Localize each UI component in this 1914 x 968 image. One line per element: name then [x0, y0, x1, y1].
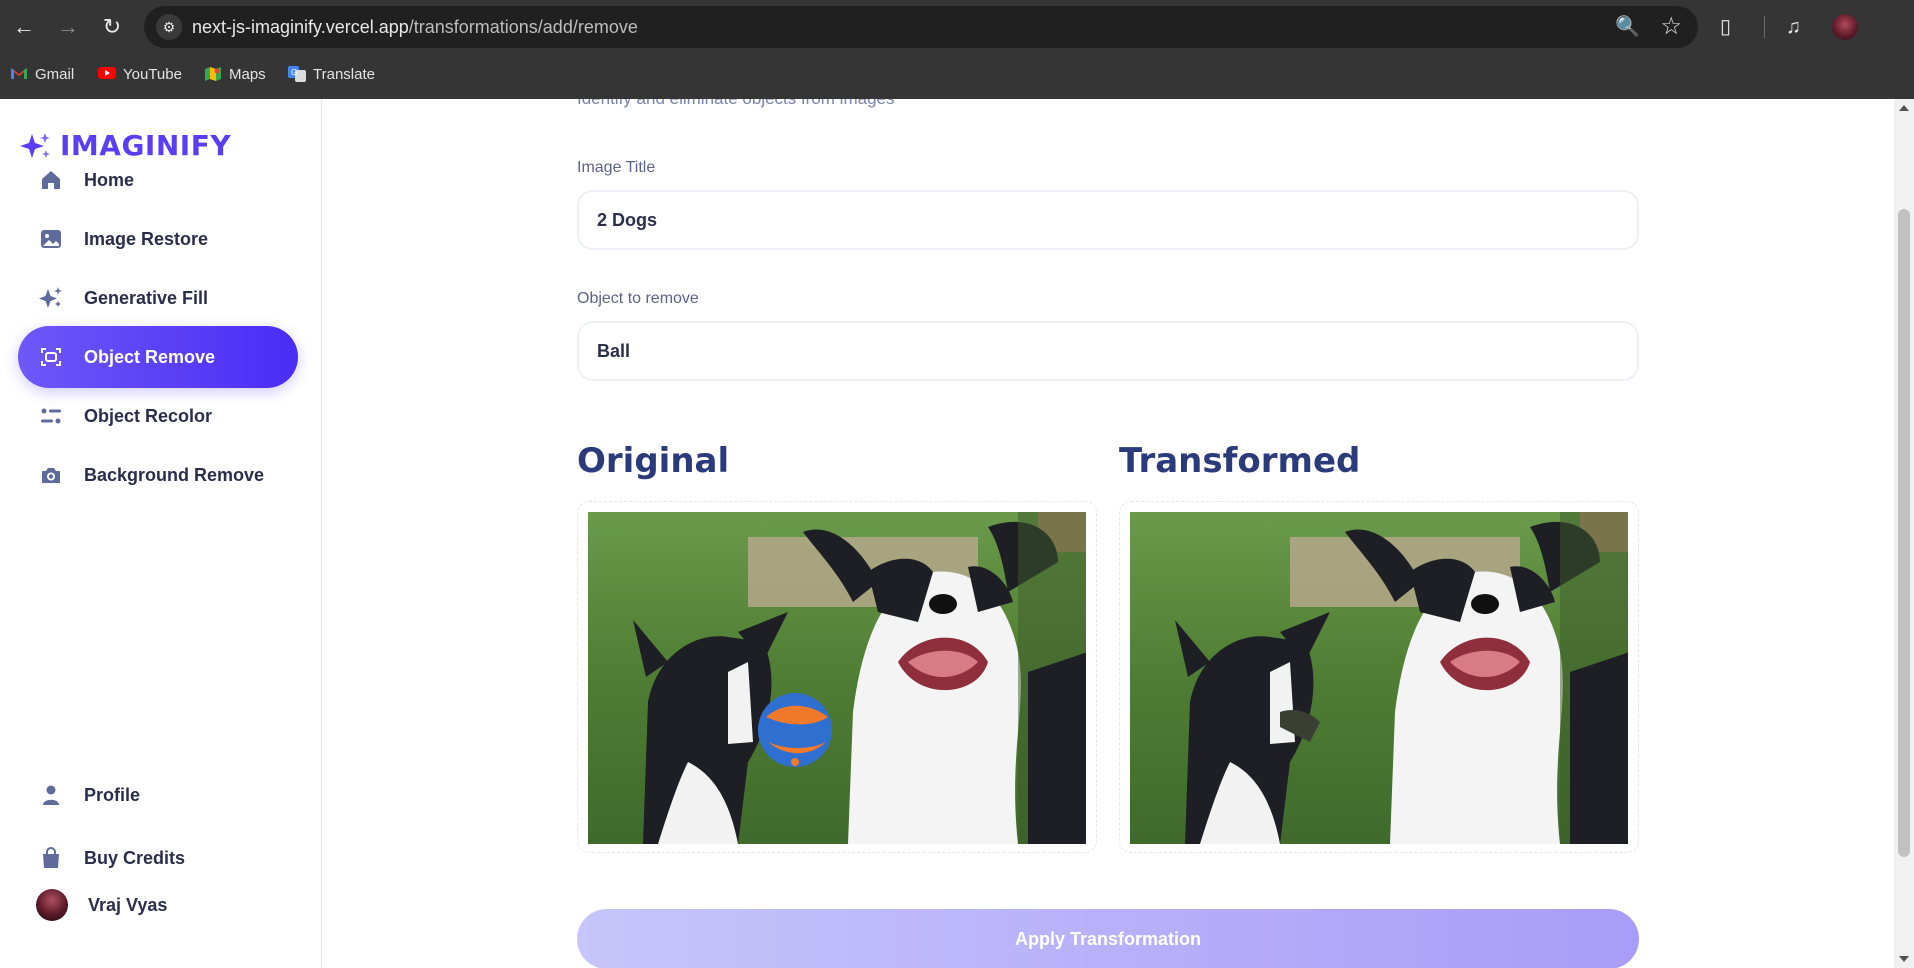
transformed-image-container[interactable] — [1119, 501, 1639, 853]
zoom-icon[interactable]: 🔍 — [1615, 14, 1640, 39]
bookmark-gmail[interactable]: Gmail — [10, 60, 74, 88]
browser-chrome: ← → ↻ ⚙ next-js-imaginify.vercel.app/tra… — [0, 0, 1914, 99]
url-path: /transformations/add/remove — [408, 17, 638, 37]
media-control-icon[interactable]: ♫ — [1786, 12, 1801, 42]
svg-text:G: G — [291, 68, 297, 77]
bookmark-star-icon[interactable]: ☆ — [1660, 12, 1682, 41]
profile-icon — [38, 782, 64, 808]
nav-label: Buy Credits — [84, 847, 186, 868]
bookmark-label: Gmail — [35, 65, 75, 83]
user-name: Vraj Vyas — [88, 894, 168, 915]
nav-item-object-remove[interactable]: Object Remove — [18, 326, 298, 388]
nav-label: Background Remove — [84, 464, 265, 485]
bag-icon — [38, 845, 64, 871]
image-icon — [38, 226, 64, 252]
nav-label: Image Restore — [84, 228, 209, 249]
original-heading: Original — [577, 441, 730, 481]
original-image — [588, 512, 1086, 844]
transformed-heading: Transformed — [1119, 441, 1361, 481]
toolbar-divider — [1764, 16, 1765, 38]
nav-label: Generative Fill — [84, 287, 209, 308]
browser-profile-avatar[interactable] — [1832, 14, 1858, 40]
page-subtitle: Identify and eliminate objects from imag… — [577, 99, 895, 109]
scroll-down-arrow-icon[interactable] — [1899, 956, 1909, 962]
user-button[interactable]: Vraj Vyas — [36, 889, 167, 921]
site-settings-icon[interactable]: ⚙ — [156, 14, 182, 40]
translate-icon: G — [288, 66, 306, 82]
apply-transformation-button[interactable]: Apply Transformation — [577, 909, 1639, 968]
transformed-image — [1130, 512, 1628, 844]
scan-icon — [38, 344, 64, 370]
nav-item-home[interactable]: Home — [18, 149, 298, 211]
forward-arrow-icon[interactable]: → — [56, 12, 80, 42]
scrollbar-thumb[interactable] — [1898, 209, 1910, 857]
bookmark-translate[interactable]: G Translate — [288, 60, 375, 88]
page-scrollbar[interactable] — [1894, 99, 1914, 968]
nav-item-buy-credits[interactable]: Buy Credits — [18, 827, 298, 889]
camera-icon — [38, 462, 64, 488]
filter-icon — [38, 403, 64, 429]
scroll-up-arrow-icon[interactable] — [1899, 105, 1909, 111]
address-bar[interactable]: ⚙ next-js-imaginify.vercel.app/transform… — [144, 6, 1698, 48]
nav-label: Object Remove — [84, 346, 216, 367]
url-text[interactable]: next-js-imaginify.vercel.app/transformat… — [192, 17, 638, 38]
avatar[interactable] — [36, 889, 68, 921]
back-arrow-icon[interactable]: ← — [12, 12, 36, 42]
nav-label: Object Recolor — [84, 405, 213, 426]
nav-label: Profile — [84, 784, 141, 805]
home-icon — [38, 167, 64, 193]
original-image-container[interactable] — [577, 501, 1097, 853]
sidebar: IMAGINIFY Home Image Restore Generative … — [0, 99, 322, 968]
bookmark-label: YouTube — [123, 65, 182, 83]
nav-label: Home — [84, 169, 135, 190]
url-host: next-js-imaginify.vercel.app — [192, 17, 409, 37]
nav-item-object-recolor[interactable]: Object Recolor — [18, 385, 298, 447]
image-title-label: Image Title — [577, 159, 656, 176]
main-content: Identify and eliminate objects from imag… — [323, 99, 1894, 968]
youtube-icon — [98, 66, 116, 82]
gmail-icon — [10, 66, 28, 82]
nav-item-background-remove[interactable]: Background Remove — [18, 444, 298, 506]
maps-icon — [204, 66, 222, 82]
nav-item-generative-fill[interactable]: Generative Fill — [18, 267, 298, 329]
nav-item-profile[interactable]: Profile — [18, 764, 298, 826]
bookmark-maps[interactable]: Maps — [204, 60, 266, 88]
stars-icon — [38, 285, 64, 311]
bookmark-label: Maps — [229, 65, 266, 83]
object-to-remove-label: Object to remove — [577, 290, 699, 307]
reload-icon[interactable]: ↻ — [100, 12, 124, 42]
nav-item-image-restore[interactable]: Image Restore — [18, 208, 298, 270]
bookmark-youtube[interactable]: YouTube — [98, 60, 182, 88]
extensions-icon[interactable]: ▯ — [1720, 12, 1731, 42]
object-to-remove-input[interactable]: Ball — [577, 321, 1639, 381]
bookmark-label: Translate — [313, 65, 375, 83]
image-title-input[interactable]: 2 Dogs — [577, 190, 1639, 250]
browser-toolbar: ← → ↻ ⚙ next-js-imaginify.vercel.app/tra… — [0, 0, 1914, 54]
